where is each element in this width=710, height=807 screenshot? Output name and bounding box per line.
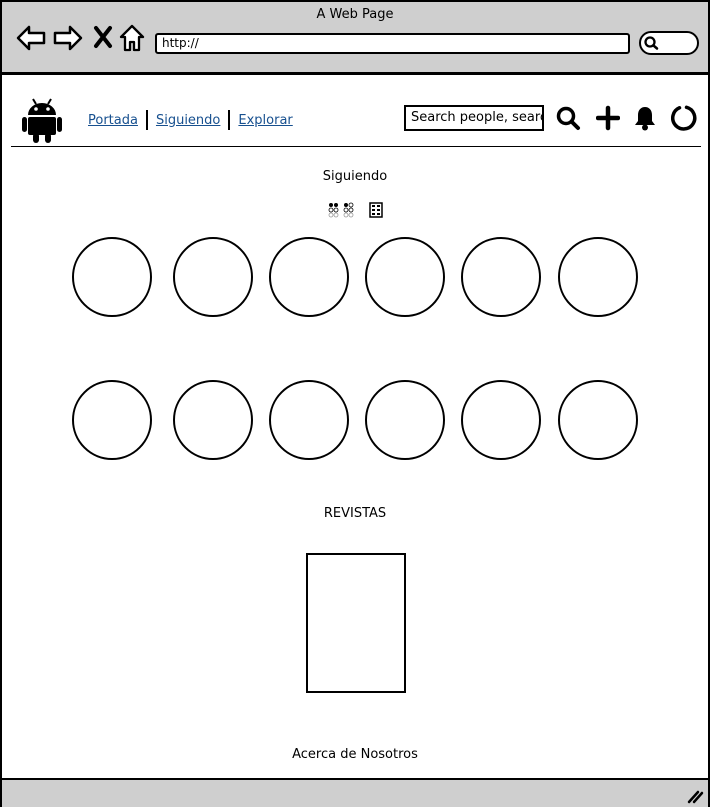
following-avatar[interactable] — [365, 237, 445, 317]
android-logo-icon[interactable] — [22, 97, 62, 143]
browser-status-bar — [2, 778, 708, 807]
home-icon[interactable] — [119, 24, 145, 52]
magazines-section-title: REVISTAS — [323, 506, 387, 521]
following-section-title: Siguiendo — [322, 169, 388, 184]
following-avatar[interactable] — [461, 380, 541, 460]
following-avatar[interactable] — [558, 237, 638, 317]
resize-grip-icon[interactable] — [686, 788, 704, 804]
header-divider — [11, 146, 701, 147]
following-avatar[interactable] — [173, 380, 253, 460]
following-avatar[interactable] — [461, 237, 541, 317]
following-avatar[interactable] — [365, 380, 445, 460]
plus-icon[interactable] — [596, 105, 620, 131]
nav-link-siguiendo[interactable]: Siguiendo — [156, 113, 220, 128]
nav-link-explorar[interactable]: Explorar — [238, 113, 292, 128]
list-view-icon[interactable] — [369, 202, 383, 218]
browser-toolbar: A Web Page http:// — [2, 2, 708, 75]
nav-divider — [228, 110, 231, 130]
following-avatar[interactable] — [72, 380, 152, 460]
grid-view-icon[interactable] — [328, 202, 354, 218]
url-bar[interactable]: http:// — [155, 33, 630, 54]
browser-search-field[interactable] — [639, 31, 699, 55]
magazine-card[interactable] — [306, 553, 406, 693]
people-search-input[interactable]: Search people, search — [404, 105, 544, 131]
window-title: A Web Page — [316, 7, 394, 22]
bell-icon[interactable] — [632, 105, 658, 131]
search-icon[interactable] — [555, 105, 581, 131]
following-avatar[interactable] — [269, 237, 349, 317]
nav-divider — [145, 110, 148, 130]
search-icon — [644, 36, 659, 50]
top-navigation: Portada Siguiendo Explorar — [88, 110, 293, 130]
following-avatar[interactable] — [72, 237, 152, 317]
back-arrow-icon[interactable] — [16, 24, 46, 52]
following-avatar[interactable] — [558, 380, 638, 460]
nav-link-portada[interactable]: Portada — [88, 113, 138, 128]
browser-window: A Web Page http:// Portada Siguiendo Exp… — [0, 0, 710, 807]
loading-icon — [671, 105, 697, 131]
forward-arrow-icon[interactable] — [53, 24, 83, 52]
about-us-link[interactable]: Acerca de Nosotros — [2, 747, 708, 762]
following-avatar[interactable] — [173, 237, 253, 317]
close-icon[interactable] — [93, 24, 113, 50]
following-avatar[interactable] — [269, 380, 349, 460]
